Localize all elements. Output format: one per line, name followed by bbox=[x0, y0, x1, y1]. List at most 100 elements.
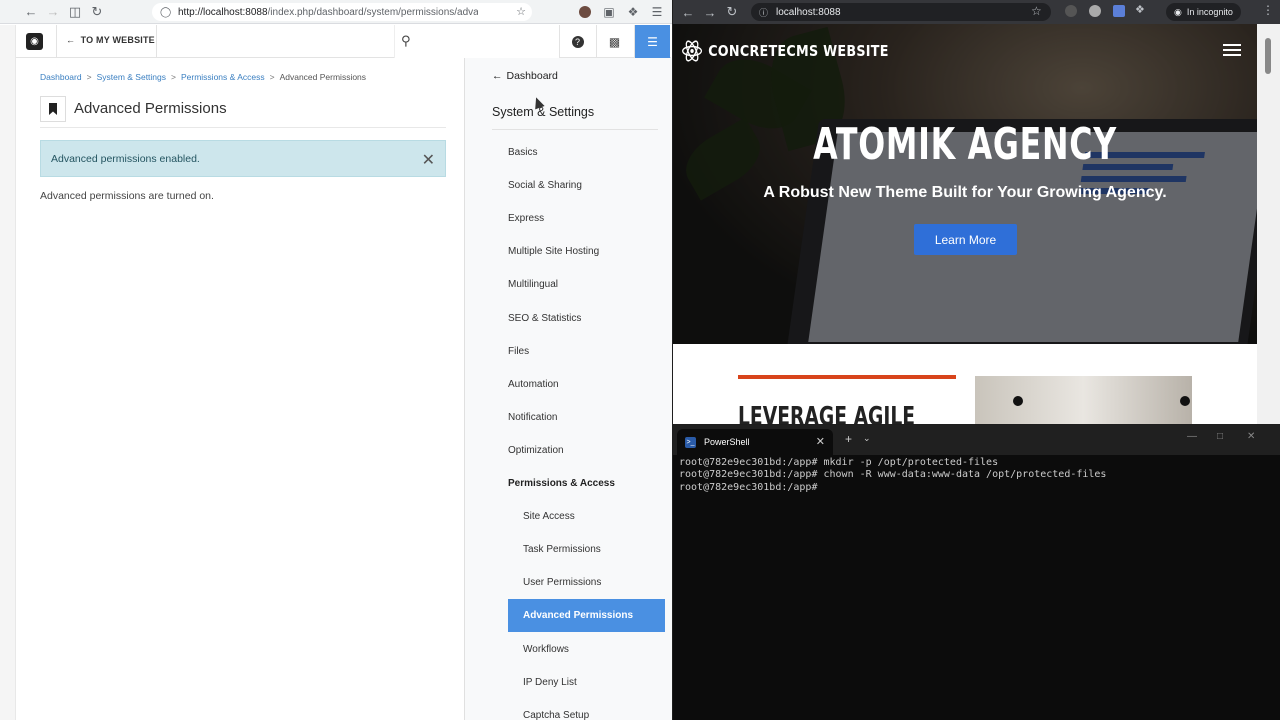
panel-subitem-site-access[interactable]: Site Access bbox=[523, 511, 575, 522]
section-title: System & Settings bbox=[492, 105, 595, 119]
scrollbar-thumb[interactable] bbox=[1265, 38, 1271, 74]
panel-item-multiple-site-hosting[interactable]: Multiple Site Hosting bbox=[508, 246, 599, 257]
search-icon[interactable]: ⚲ bbox=[401, 33, 411, 49]
hero-banner: CONCRETECMS WEBSITE ATOMIK AGENCY A Robu… bbox=[673, 24, 1257, 344]
address-bar[interactable]: ⓘ localhost:8088 bbox=[751, 3, 1051, 21]
terminal-tab-title: PowerShell bbox=[704, 437, 750, 447]
panel-subitem-workflows[interactable]: Workflows bbox=[523, 644, 569, 655]
dashboard-main: Dashboard > System & Settings > Permissions … bbox=[16, 58, 464, 720]
site-info-icon[interactable]: ⓘ bbox=[759, 6, 768, 19]
profile-avatar-icon[interactable] bbox=[576, 2, 594, 22]
dashboard-back-link[interactable]: ← Dashboard bbox=[492, 70, 558, 82]
toolbar-divider bbox=[56, 25, 57, 58]
chevron-down-icon[interactable]: ⌄ bbox=[863, 433, 871, 444]
bookmark-star-icon[interactable]: ☆ bbox=[1031, 4, 1042, 18]
site-brand-text: CONCRETECMS WEBSITE bbox=[708, 42, 889, 60]
concrete-logo-icon[interactable]: ◉ bbox=[26, 33, 43, 50]
address-bar[interactable]: ◯ http://localhost:8088/index.php/dashbo… bbox=[152, 3, 532, 21]
left-browser-toolbar: ← → ◫ ↻ ◯ http://localhost:8088/index.ph… bbox=[0, 0, 672, 24]
url-text: localhost:8088 bbox=[776, 6, 841, 18]
bookmark-page-button[interactable] bbox=[40, 96, 66, 122]
bookmark-icon bbox=[49, 103, 57, 115]
status-text: Advanced permissions are turned on. bbox=[40, 190, 214, 202]
breadcrumb-permissions-access[interactable]: Permissions & Access bbox=[181, 72, 265, 82]
back-label: Dashboard bbox=[506, 70, 558, 82]
panel-item-files[interactable]: Files bbox=[508, 346, 529, 357]
breadcrumb-dashboard[interactable]: Dashboard bbox=[40, 72, 82, 82]
forward-arrow-icon[interactable]: → bbox=[699, 1, 721, 23]
extension-icon[interactable] bbox=[1089, 5, 1101, 17]
menu-icon[interactable]: ⋮ bbox=[1262, 3, 1274, 17]
terminal-tab[interactable]: >_ PowerShell ✕ bbox=[677, 429, 833, 455]
close-window-icon[interactable]: ✕ bbox=[1247, 431, 1255, 442]
back-arrow-icon[interactable]: ← bbox=[677, 1, 699, 23]
hero-subtitle: A Robust New Theme Built for Your Growin… bbox=[763, 184, 1167, 201]
toolbar-search-input[interactable] bbox=[394, 25, 559, 58]
url-host: http://localhost:8088 bbox=[178, 6, 268, 18]
maximize-icon[interactable]: □ bbox=[1217, 431, 1223, 442]
page-header: Advanced Permissions bbox=[40, 96, 446, 128]
panel-item-optimization[interactable]: Optimization bbox=[508, 445, 564, 456]
extensions-icon[interactable]: ❖ bbox=[624, 2, 642, 22]
panel-subitem-user-permissions[interactable]: User Permissions bbox=[523, 577, 601, 588]
section-divider bbox=[492, 129, 658, 130]
panel-subitem-captcha-setup[interactable]: Captcha Setup bbox=[523, 710, 589, 720]
incognito-icon: ◉ bbox=[1174, 6, 1182, 17]
panel-subitem-ip-deny-list[interactable]: IP Deny List bbox=[523, 677, 577, 688]
settings-sliders-icon[interactable]: ☰ bbox=[634, 25, 670, 58]
breadcrumb-system-settings[interactable]: System & Settings bbox=[97, 72, 166, 82]
powershell-terminal: >_ PowerShell ✕ + ⌄ — □ ✕ root@782e9ec30… bbox=[673, 425, 1280, 720]
sitemap-icon[interactable]: ▩ bbox=[596, 25, 632, 58]
panel-item-express[interactable]: Express bbox=[508, 213, 544, 224]
toolbar-divider bbox=[156, 25, 157, 58]
active-item-label: Advanced Permissions bbox=[523, 610, 634, 621]
panel-item-social-sharing[interactable]: Social & Sharing bbox=[508, 180, 582, 191]
back-arrow-icon[interactable]: ← bbox=[20, 1, 42, 23]
section-heading: LEVERAGE AGILE bbox=[738, 402, 916, 424]
close-icon[interactable]: ✕ bbox=[422, 150, 435, 170]
panel-subitem-task-permissions[interactable]: Task Permissions bbox=[523, 544, 601, 555]
panel-item-automation[interactable]: Automation bbox=[508, 379, 559, 390]
image-detail bbox=[1180, 396, 1190, 406]
tab-search-icon[interactable]: ▣ bbox=[600, 2, 618, 22]
atom-icon bbox=[682, 40, 703, 62]
site-logo[interactable]: CONCRETECMS WEBSITE bbox=[681, 38, 889, 64]
hero-title: ATOMIK AGENCY bbox=[813, 119, 1117, 170]
alert-text: Advanced permissions enabled. bbox=[51, 153, 200, 165]
new-tab-icon[interactable]: + bbox=[845, 432, 852, 446]
accent-divider bbox=[738, 375, 956, 379]
help-icon[interactable]: ? bbox=[559, 25, 595, 58]
forward-arrow-icon[interactable]: → bbox=[42, 1, 64, 23]
extension-icon[interactable] bbox=[1113, 5, 1125, 17]
panel-item-seo-statistics[interactable]: SEO & Statistics bbox=[508, 313, 581, 324]
panel-item-permissions-access[interactable]: Permissions & Access bbox=[508, 478, 615, 489]
incognito-badge[interactable]: ◉ In incognito bbox=[1166, 3, 1241, 21]
learn-more-button[interactable]: Learn More bbox=[914, 224, 1017, 255]
right-browser-toolbar: ← → ↻ ⓘ localhost:8088 ☆ ❖ ◉ In incognito … bbox=[673, 0, 1280, 24]
page-scrollbar[interactable] bbox=[1257, 24, 1280, 424]
site-info-icon[interactable]: ◯ bbox=[160, 7, 172, 18]
hamburger-menu-icon[interactable] bbox=[1223, 44, 1241, 56]
bookmark-star-icon[interactable]: ☆ bbox=[516, 5, 526, 18]
terminal-output[interactable]: root@782e9ec301bd:/app# mkdir -p /opt/pr… bbox=[679, 457, 1106, 494]
office-image bbox=[975, 376, 1192, 424]
extension-icon[interactable] bbox=[1065, 5, 1077, 17]
close-tab-icon[interactable]: ✕ bbox=[816, 435, 825, 448]
reload-icon[interactable]: ↻ bbox=[86, 1, 108, 23]
success-alert: Advanced permissions enabled. ✕ bbox=[40, 140, 446, 177]
sidebar-icon[interactable]: ◫ bbox=[64, 1, 86, 23]
terminal-titlebar: >_ PowerShell ✕ + ⌄ — □ ✕ bbox=[673, 425, 1280, 455]
panel-item-basics[interactable]: Basics bbox=[508, 147, 537, 158]
to-my-website-button[interactable]: ← TO MY WEBSITE bbox=[66, 35, 155, 45]
extensions-icon[interactable]: ❖ bbox=[1135, 3, 1147, 16]
reload-icon[interactable]: ↻ bbox=[721, 1, 743, 23]
panel-subitem-advanced-permissions[interactable]: Advanced Permissions bbox=[508, 599, 665, 632]
page-title: Advanced Permissions bbox=[74, 100, 227, 117]
breadcrumb: Dashboard > System & Settings > Permissions … bbox=[40, 72, 367, 82]
menu-icon[interactable]: ☰ bbox=[648, 2, 666, 22]
panel-item-multilingual[interactable]: Multilingual bbox=[508, 279, 558, 290]
right-browser-window: ← → ↻ ⓘ localhost:8088 ☆ ❖ ◉ In incognito … bbox=[673, 0, 1280, 424]
terminal-line: root@782e9ec301bd:/app# chown -R www-dat… bbox=[679, 469, 1107, 481]
panel-item-notification[interactable]: Notification bbox=[508, 412, 557, 423]
minimize-icon[interactable]: — bbox=[1187, 431, 1197, 442]
